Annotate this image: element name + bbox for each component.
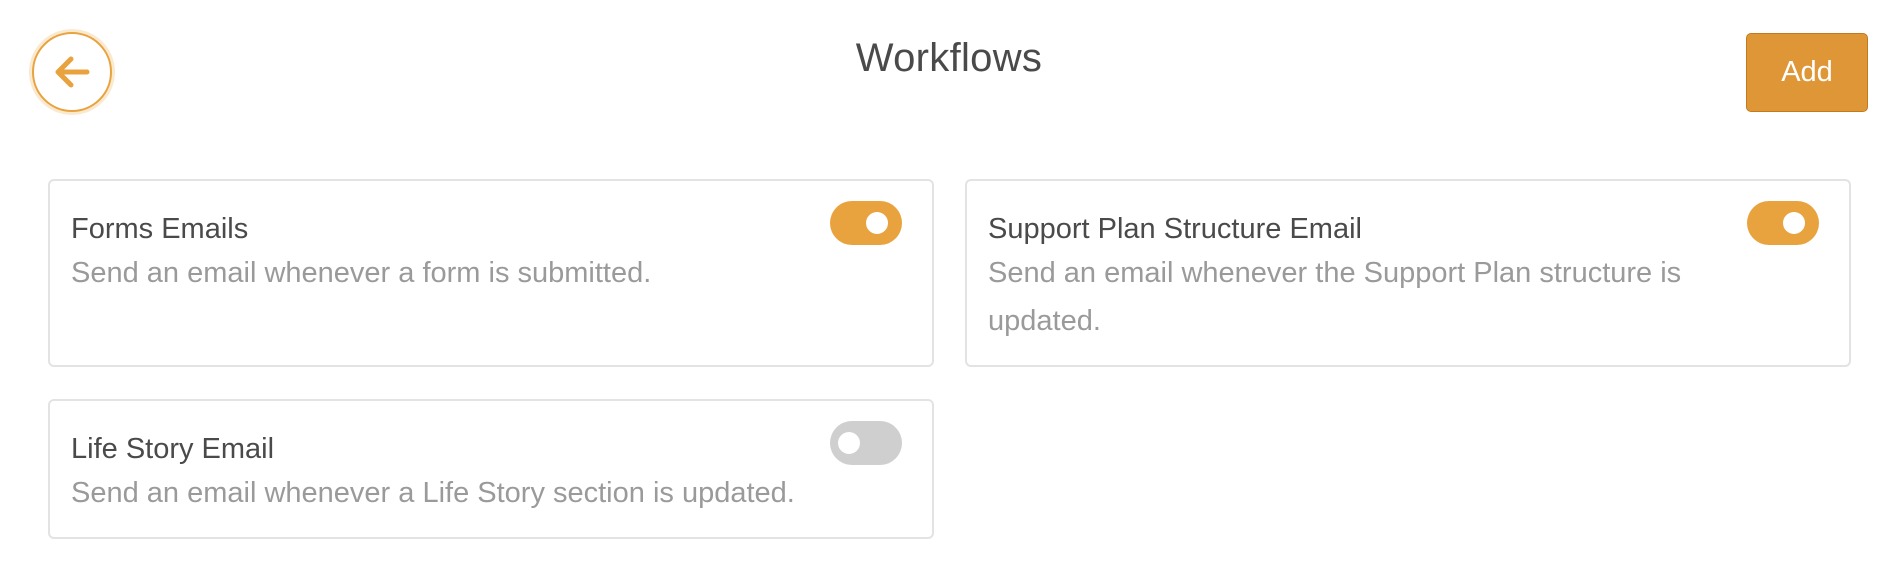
- workflow-card-forms-emails: Forms Emails Send an email whenever a fo…: [48, 179, 934, 367]
- workflow-title: Support Plan Structure Email: [988, 213, 1362, 245]
- toggle-knob: [1783, 212, 1805, 234]
- workflow-card-support-plan-structure-email: Support Plan Structure Email Send an ema…: [965, 179, 1851, 367]
- toggle-knob: [866, 212, 888, 234]
- workflow-description: Send an email whenever a form is submitt…: [71, 257, 652, 289]
- add-button[interactable]: Add: [1746, 33, 1868, 112]
- workflow-toggle[interactable]: [1747, 201, 1819, 245]
- workflow-title: Life Story Email: [71, 433, 275, 465]
- page-title: Workflows: [855, 36, 1043, 80]
- workflow-card-life-story-email: Life Story Email Send an email whenever …: [48, 399, 934, 539]
- toggle-knob: [838, 432, 860, 454]
- workflow-description: Send an email whenever the Support Plan …: [988, 257, 1682, 337]
- workflow-description: Send an email whenever a Life Story sect…: [71, 477, 795, 509]
- workflows-page: Workflows Add Forms Emails Send an email…: [0, 0, 1898, 588]
- workflow-title: Forms Emails: [71, 213, 249, 245]
- workflow-toggle[interactable]: [830, 421, 902, 465]
- workflow-toggle[interactable]: [830, 201, 902, 245]
